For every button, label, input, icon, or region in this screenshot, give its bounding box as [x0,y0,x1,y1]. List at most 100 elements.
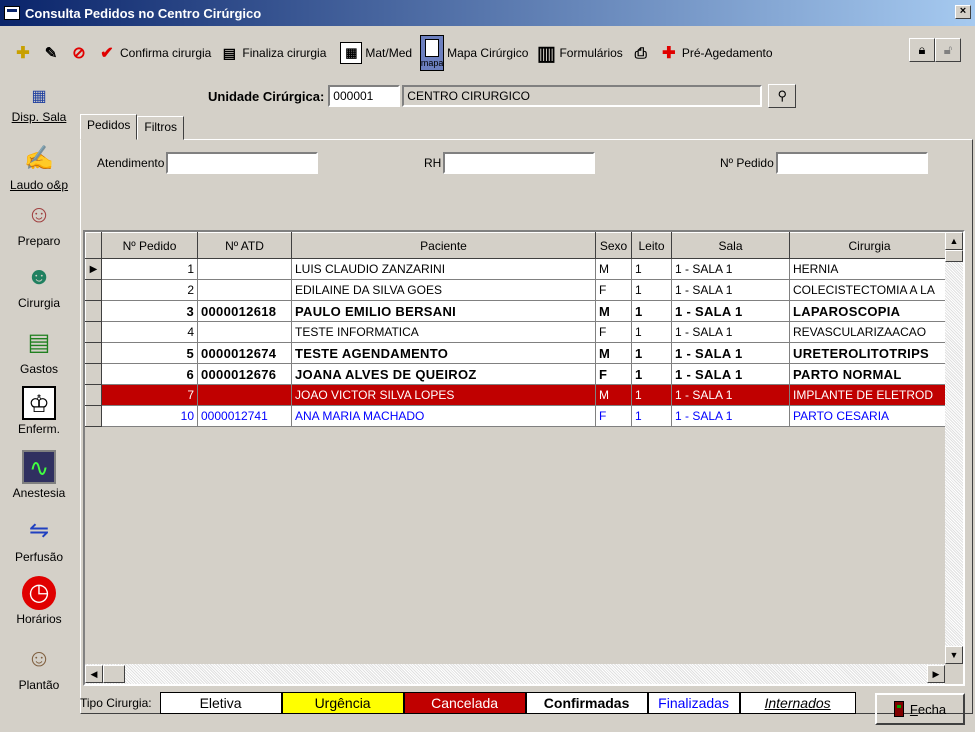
col-header-pedido[interactable]: Nº Pedido [101,232,198,259]
unit-label: Unidade Cirúrgica: [208,88,325,104]
header-row: Nº Pedido Nº ATD Paciente Sexo Leito Sal… [85,232,950,259]
sidebar-item-label: Anestesia [12,486,66,500]
legend-cancelada: Cancelada [403,692,526,714]
cell-cirurgia: URETEROLITOTRIPS [789,342,950,364]
rh-input[interactable] [443,152,596,174]
cell-sexo: F [595,363,632,385]
pedido-input[interactable] [775,152,928,174]
orders-table: Nº Pedido Nº ATD Paciente Sexo Leito Sal… [85,232,950,427]
cell-sala: 1 - SALA 1 [671,258,790,280]
tab-pedidos[interactable]: Pedidos [80,114,138,140]
sidebar-item-disp-sala[interactable]: ▦ Disp. Sala [0,86,78,124]
orders-grid[interactable]: Nº Pedido Nº ATD Paciente Sexo Leito Sal… [83,230,965,686]
sidebar-item-laudo[interactable]: ✍ Laudo o&p [0,142,78,192]
sidebar-item-label: Preparo [17,234,61,248]
scroll-left-button[interactable]: ◀ [85,665,103,683]
vertical-scroll-thumb[interactable] [945,250,963,262]
tab-filtros[interactable]: Filtros [137,116,185,140]
cell-sala: 1 - SALA 1 [671,363,790,385]
add-button[interactable]: ✚ [10,41,36,65]
horizontal-scroll-thumb[interactable] [103,665,125,683]
edit-button[interactable]: ✎ [38,41,64,65]
sidebar-item-label: Perfusão [14,550,64,564]
scroll-up-button[interactable]: ▲ [945,232,963,250]
close-button[interactable]: × [955,5,971,19]
cell-sexo: M [595,300,632,322]
mapa-icon: mapa [420,35,445,71]
sidebar-item-perfusao[interactable]: ⇋ Perfusão [0,514,78,564]
sidebar-item-preparo[interactable]: ☺ Preparo [0,198,78,248]
scroll-right-button[interactable]: ▶ [927,665,945,683]
cell-pedido: 4 [101,321,198,343]
cell-pedido: 6 [101,363,198,385]
legend-label: Tipo Cirurgia: [80,696,152,710]
unlock-button[interactable]: 🔓︎ [935,38,961,62]
scroll-down-button[interactable]: ▼ [945,646,963,664]
sidebar-item-plantao[interactable]: ☺ Plantão [0,642,78,692]
vertical-scrollbar[interactable]: ▲ ▼ [945,232,963,664]
unit-code-input[interactable] [328,85,401,107]
table-row[interactable]: 7 JOAO VICTOR SILVA LOPES M 1 1 - SALA 1… [85,384,950,406]
mapa-cirurgico-button[interactable]: mapa Mapa Cirúrgico [417,33,531,73]
col-header-sexo[interactable]: Sexo [595,232,632,259]
cell-cirurgia: REVASCULARIZAACAO [789,321,950,343]
col-header-leito[interactable]: Leito [631,232,672,259]
unit-name-field [402,85,763,107]
ledger-money-icon: ▤ [27,329,51,356]
table-row[interactable]: 4 TESTE INFORMATICA F 1 1 - SALA 1 REVAS… [85,321,950,343]
print-button[interactable]: ⎙ [628,41,654,65]
cell-pedido: 7 [101,384,198,406]
sidebar-item-cirurgia[interactable]: ☻ Cirurgia [0,260,78,310]
table-row[interactable]: 2 EDILAINE DA SILVA GOES F 1 1 - SALA 1 … [85,279,950,301]
legend-internados: Internados [739,692,856,714]
sidebar-item-horarios[interactable]: ◷ Horários [0,576,78,626]
col-header-sala[interactable]: Sala [671,232,790,259]
legend: Tipo Cirurgia: Eletiva Urgência Cancelad… [80,692,856,714]
sidebar-item-label: Plantão [18,678,60,692]
sidebar-item-label: Disp. Sala [11,110,67,124]
sidebar-item-gastos[interactable]: ▤ Gastos [0,326,78,376]
formularios-button[interactable]: ▥ Formulários [533,41,625,65]
matmed-button[interactable]: ▦ Mat/Med [337,40,415,66]
cell-atd: 0000012676 [197,363,292,385]
lock-button[interactable]: 🔒︎ [909,38,935,62]
sidebar-item-enferm[interactable]: ♔ Enferm. [0,386,78,436]
atendimento-input[interactable] [166,152,319,174]
table-row[interactable]: 6 0000012676 JOANA ALVES DE QUEIROZ F 1 … [85,363,950,385]
cell-pedido: 10 [101,405,198,427]
horizontal-scrollbar[interactable]: ◀ ▶ [85,664,945,684]
cell-cirurgia: PARTO CESARIA [789,405,950,427]
finaliza-cirurgia-button[interactable]: ▤ Finaliza cirurgia [216,41,329,65]
cell-atd [197,321,292,343]
cancel-button[interactable]: ⊘ [66,41,92,65]
table-row[interactable]: ▶ 1 LUIS CLAUDIO ZANZARINI M 1 1 - SALA … [85,258,950,280]
prohibited-icon: ⊘ [72,45,86,62]
cell-leito: 1 [631,279,672,301]
col-header-paciente[interactable]: Paciente [291,232,596,259]
header-indicator [85,232,102,259]
cell-cirurgia: LAPAROSCOPIA [789,300,950,322]
cell-sexo: M [595,342,632,364]
row-indicator [85,363,102,385]
atendimento-label: Atendimento [97,156,165,170]
mapa-icon-label: mapa [420,58,444,68]
cell-pedido: 3 [101,300,198,322]
current-row-indicator: ▶ [85,258,102,280]
confirma-cirurgia-button[interactable]: ✔ Confirma cirurgia [94,41,214,65]
cell-leito: 1 [631,405,672,427]
cell-paciente: JOANA ALVES DE QUEIROZ [291,363,596,385]
table-row[interactable]: 10 0000012741 ANA MARIA MACHADO F 1 1 - … [85,405,950,427]
col-header-cirurgia[interactable]: Cirurgia [789,232,950,259]
table-row[interactable]: 5 0000012674 TESTE AGENDAMENTO M 1 1 - S… [85,342,950,364]
col-header-atd[interactable]: Nº ATD [197,232,292,259]
table-row[interactable]: 3 0000012618 PAULO EMILIO BERSANI M 1 1 … [85,300,950,322]
cell-cirurgia: IMPLANTE DE ELETROD [789,384,950,406]
cell-sexo: M [595,384,632,406]
sidebar-item-anestesia[interactable]: ∿ Anestesia [0,450,78,500]
finaliza-cirurgia-label: Finaliza cirurgia [242,46,327,60]
search-unit-button[interactable]: ⚲ [768,84,797,108]
cell-cirurgia: PARTO NORMAL [789,363,950,385]
fecha-button[interactable]: Fecha [875,693,965,725]
cell-leito: 1 [631,363,672,385]
pre-agendamento-button[interactable]: ✚ Pré-Agedamento [656,41,776,65]
